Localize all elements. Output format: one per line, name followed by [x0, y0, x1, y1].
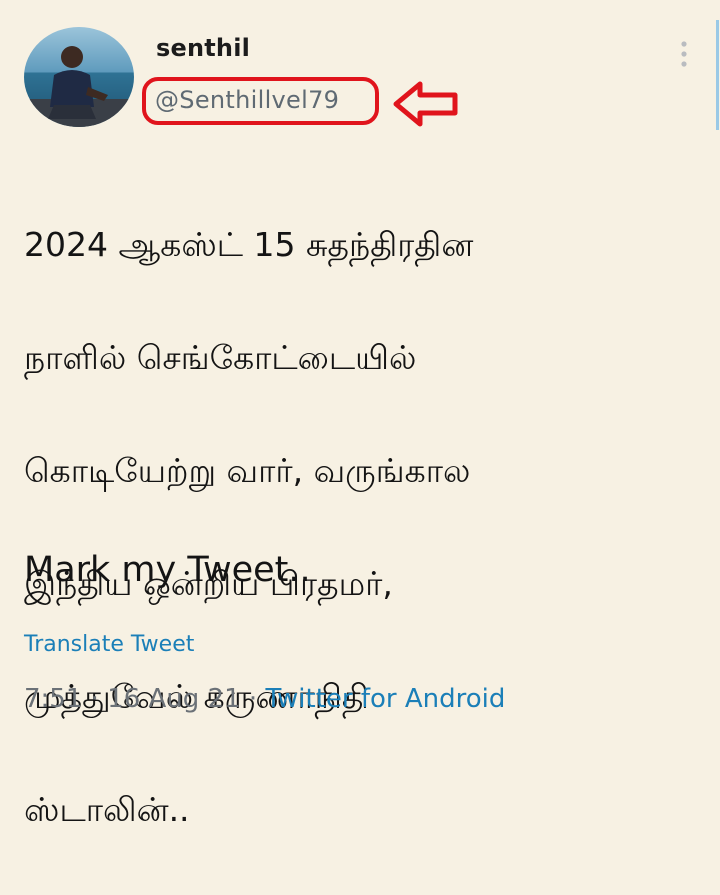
meta-separator: · [90, 684, 99, 714]
tweet-closing-line: Mark my Tweet.. [24, 550, 311, 590]
meta-separator: · [248, 684, 258, 714]
tweet-card: senthil @Senthillvel79 2024 ஆகஸ்ட் 15 சு… [0, 0, 720, 829]
display-name[interactable]: senthil [156, 34, 250, 62]
user-handle[interactable]: @Senthillvel79 [155, 86, 339, 114]
translate-tweet-link[interactable]: Translate Tweet [24, 632, 194, 657]
tweet-time: 7:51 [24, 684, 83, 714]
tweet-line: நாளில் செங்கோட்டையில் [24, 337, 417, 377]
tweet-line: கொடியேற்று வார், வருங்கால [24, 450, 471, 490]
avatar-image [24, 27, 134, 127]
more-vertical-icon[interactable] [672, 36, 696, 76]
tweet-meta: 7:51 · 16 Aug 21 · Twitter for Android [24, 684, 505, 714]
left-arrow-annotation-icon [393, 81, 458, 127]
tweet-text: 2024 ஆகஸ்ட் 15 சுதந்திரதின நாளில் செங்கோ… [24, 160, 704, 895]
tweet-line: ஸ்டாலின்.. [24, 789, 190, 829]
scroll-indicator [716, 20, 719, 130]
avatar[interactable] [24, 27, 134, 127]
tweet-line: 2024 ஆகஸ்ட் 15 சுதந்திரதின [24, 224, 474, 264]
tweet-date: 16 Aug 21 [107, 684, 241, 714]
tweet-source-link[interactable]: Twitter for Android [265, 684, 505, 714]
